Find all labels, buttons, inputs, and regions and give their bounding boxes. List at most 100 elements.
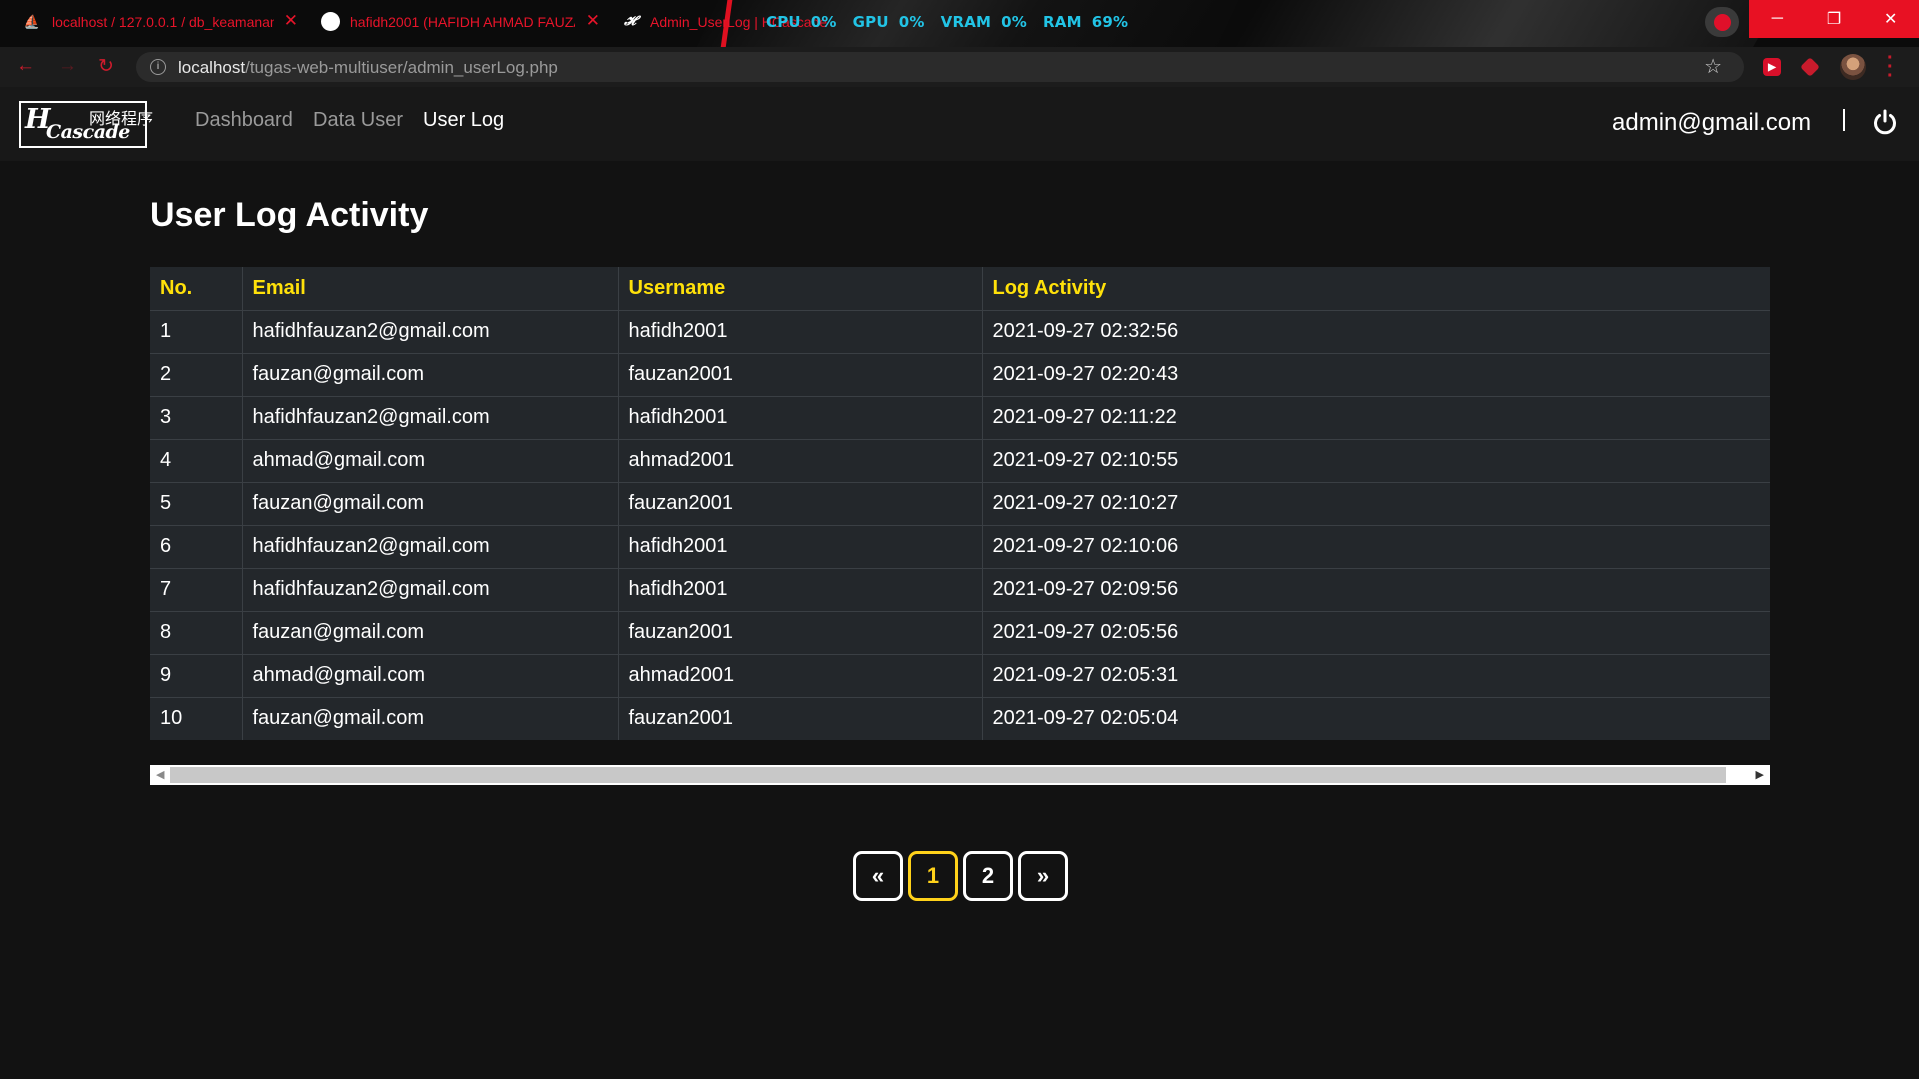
tab-title: localhost / 127.0.0.1 / db_keamanan bbox=[52, 13, 274, 30]
extension-icon[interactable] bbox=[1800, 57, 1820, 77]
page-title: User Log Activity bbox=[150, 196, 429, 234]
perf-vram: VRAM 0% bbox=[940, 13, 1028, 31]
table-row: 10 fauzan@gmail.com fauzan2001 2021-09-27 0… bbox=[150, 696, 1770, 740]
address-bar[interactable]: i localhost/tugas-web-multiuser/admin_us… bbox=[136, 52, 1744, 82]
cell-log-activity: 2021-09-27 02:32:56 bbox=[982, 309, 1770, 353]
nav-link-dashboard[interactable]: Dashboard bbox=[195, 109, 293, 132]
pagination-page-1[interactable]: 1 bbox=[908, 851, 958, 901]
performance-overlay: CPU 0% GPU 0% VRAM 0% RAM 69% bbox=[766, 13, 1144, 31]
window-controls: ─ ❐ ✕ bbox=[1749, 0, 1919, 38]
cell-no: 10 bbox=[150, 696, 243, 740]
github-icon: ● bbox=[321, 12, 340, 31]
site-logo-icon: 𝓗 bbox=[624, 14, 636, 29]
cell-no: 9 bbox=[150, 653, 243, 697]
table-row: 7 hafidhfauzan2@gmail.com hafidh2001 2021-0… bbox=[150, 567, 1770, 611]
nav-link-data-user[interactable]: Data User bbox=[313, 109, 403, 132]
cell-email: fauzan@gmail.com bbox=[242, 481, 619, 525]
browser-tab-phpmyadmin[interactable]: ⛵ localhost / 127.0.0.1 / db_keamanan ✕ bbox=[22, 0, 300, 43]
horizontal-scrollbar[interactable]: ◀ ▶ bbox=[150, 765, 1770, 785]
cell-log-activity: 2021-09-27 02:05:56 bbox=[982, 610, 1770, 654]
cell-no: 2 bbox=[150, 352, 243, 396]
table-row: 2 fauzan@gmail.com fauzan2001 2021-09-27 02… bbox=[150, 352, 1770, 396]
cell-username: fauzan2001 bbox=[618, 696, 983, 740]
scroll-right-icon[interactable]: ▶ bbox=[1756, 768, 1764, 781]
perf-gpu: GPU 0% bbox=[852, 13, 925, 31]
navbar-divider bbox=[1843, 109, 1845, 131]
bookmark-star-icon[interactable]: ☆ bbox=[1704, 54, 1722, 79]
close-tab-icon[interactable]: ✕ bbox=[284, 12, 298, 30]
browser-toolbar: ← → ↻ i localhost/tugas-web-multiuser/ad… bbox=[0, 47, 1919, 87]
cell-no: 5 bbox=[150, 481, 243, 525]
scrollbar-thumb[interactable] bbox=[170, 767, 1726, 783]
background-decoration bbox=[1214, 0, 1786, 47]
table-row: 6 hafidhfauzan2@gmail.com hafidh2001 2021-0… bbox=[150, 524, 1770, 568]
pagination-next-button[interactable]: » bbox=[1018, 851, 1068, 901]
table-row: 8 fauzan@gmail.com fauzan2001 2021-09-27 02… bbox=[150, 610, 1770, 654]
column-header-email: Email bbox=[242, 267, 619, 311]
column-header-log-activity: Log Activity bbox=[982, 267, 1770, 311]
scroll-left-icon[interactable]: ◀ bbox=[156, 768, 164, 781]
back-icon[interactable]: ← bbox=[16, 55, 35, 77]
cell-log-activity: 2021-09-27 02:05:31 bbox=[982, 653, 1770, 697]
user-log-table-container: No. Email Username Log Activity 1 hafidhf… bbox=[150, 267, 1770, 740]
cell-no: 1 bbox=[150, 309, 243, 353]
cell-email: hafidhfauzan2@gmail.com bbox=[242, 567, 619, 611]
url-text[interactable]: localhost/tugas-web-multiuser/admin_user… bbox=[178, 58, 558, 78]
cell-username: ahmad2001 bbox=[618, 653, 983, 697]
site-info-icon[interactable]: i bbox=[150, 59, 166, 75]
cell-username: fauzan2001 bbox=[618, 481, 983, 525]
cell-email: ahmad@gmail.com bbox=[242, 438, 619, 482]
table-row: 1 hafidhfauzan2@gmail.com hafidh2001 2021-0… bbox=[150, 309, 1770, 353]
close-window-icon[interactable]: ✕ bbox=[1862, 0, 1919, 38]
cell-email: fauzan@gmail.com bbox=[242, 352, 619, 396]
table-body: 1 hafidhfauzan2@gmail.com hafidh2001 2021-0… bbox=[150, 309, 1770, 740]
cell-username: hafidh2001 bbox=[618, 395, 983, 439]
cell-log-activity: 2021-09-27 02:20:43 bbox=[982, 352, 1770, 396]
cell-username: fauzan2001 bbox=[618, 352, 983, 396]
cell-username: hafidh2001 bbox=[618, 567, 983, 611]
cell-email: hafidhfauzan2@gmail.com bbox=[242, 524, 619, 568]
cell-username: hafidh2001 bbox=[618, 524, 983, 568]
table-row: 4 ahmad@gmail.com ahmad2001 2021-09-27 02:1… bbox=[150, 438, 1770, 482]
cell-log-activity: 2021-09-27 02:10:06 bbox=[982, 524, 1770, 568]
perf-cpu: CPU 0% bbox=[766, 13, 837, 31]
cell-username: hafidh2001 bbox=[618, 309, 983, 353]
brand-logo[interactable]: H Cascade 网络程序 bbox=[19, 101, 153, 148]
cell-email: fauzan@gmail.com bbox=[242, 610, 619, 654]
cell-no: 4 bbox=[150, 438, 243, 482]
forward-icon[interactable]: → bbox=[58, 55, 77, 77]
cell-no: 3 bbox=[150, 395, 243, 439]
cell-email: ahmad@gmail.com bbox=[242, 653, 619, 697]
tab-title: hafidh2001 (HAFIDH AHMAD FAUZAN) bbox=[350, 13, 575, 30]
extension-icon[interactable]: ▶ bbox=[1763, 58, 1781, 76]
reload-icon[interactable]: ↻ bbox=[98, 55, 114, 78]
browser-menu-icon[interactable]: · · · bbox=[1887, 48, 1894, 86]
table-row: 9 ahmad@gmail.com ahmad2001 2021-09-27 02:0… bbox=[150, 653, 1770, 697]
cell-username: fauzan2001 bbox=[618, 610, 983, 654]
app-navbar: H Cascade 网络程序 Dashboard Data User User … bbox=[0, 87, 1919, 161]
table-header-row: No. Email Username Log Activity bbox=[150, 267, 1770, 311]
user-email: admin@gmail.com bbox=[1612, 109, 1812, 136]
record-icon[interactable] bbox=[1705, 7, 1739, 37]
browser-tab-github[interactable]: ● hafidh2001 (HAFIDH AHMAD FAUZAN) ✕ bbox=[321, 0, 602, 43]
column-header-username: Username bbox=[618, 267, 983, 311]
restore-icon[interactable]: ❐ bbox=[1806, 0, 1863, 38]
power-icon[interactable] bbox=[1871, 108, 1899, 136]
close-tab-icon[interactable]: ✕ bbox=[586, 12, 600, 30]
cell-no: 6 bbox=[150, 524, 243, 568]
pagination-page-2[interactable]: 2 bbox=[963, 851, 1013, 901]
column-header-no: No. bbox=[150, 267, 243, 311]
pagination: « 1 2 » bbox=[853, 851, 1073, 901]
perf-ram: RAM 69% bbox=[1043, 13, 1129, 31]
pagination-prev-button[interactable]: « bbox=[853, 851, 903, 901]
cell-log-activity: 2021-09-27 02:10:27 bbox=[982, 481, 1770, 525]
nav-link-user-log[interactable]: User Log bbox=[423, 109, 504, 132]
cell-log-activity: 2021-09-27 02:09:56 bbox=[982, 567, 1770, 611]
table-row: 3 hafidhfauzan2@gmail.com hafidh2001 2021-0… bbox=[150, 395, 1770, 439]
profile-avatar[interactable] bbox=[1840, 54, 1866, 80]
cell-no: 8 bbox=[150, 610, 243, 654]
cell-log-activity: 2021-09-27 02:11:22 bbox=[982, 395, 1770, 439]
cell-email: fauzan@gmail.com bbox=[242, 696, 619, 740]
minimize-icon[interactable]: ─ bbox=[1749, 0, 1806, 38]
cell-log-activity: 2021-09-27 02:05:04 bbox=[982, 696, 1770, 740]
